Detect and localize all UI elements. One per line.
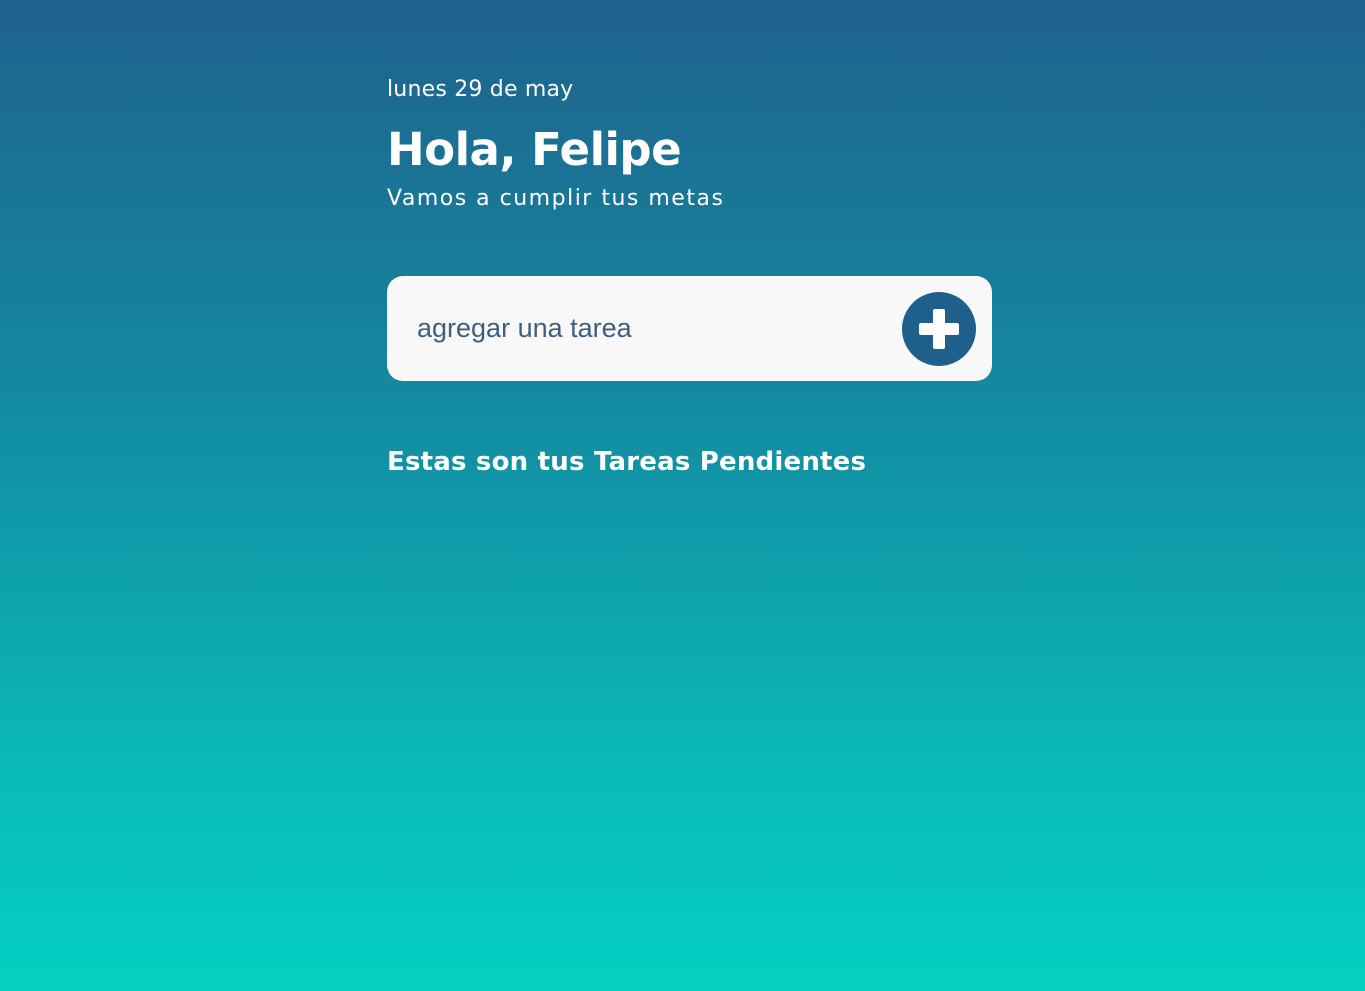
main-container: lunes 29 de may Hola, Felipe Vamos a cum…: [387, 70, 992, 479]
date-label: lunes 29 de may: [387, 77, 574, 102]
plus-icon: [919, 308, 959, 349]
add-task-form: [387, 276, 992, 381]
add-task-button[interactable]: [902, 291, 976, 366]
page-title: Hola, Felipe: [387, 123, 682, 176]
subtitle: Vamos a cumplir tus metas: [387, 186, 725, 211]
pending-tasks-heading: Estas son tus Tareas Pendientes: [387, 447, 867, 477]
task-input[interactable]: [417, 313, 877, 344]
